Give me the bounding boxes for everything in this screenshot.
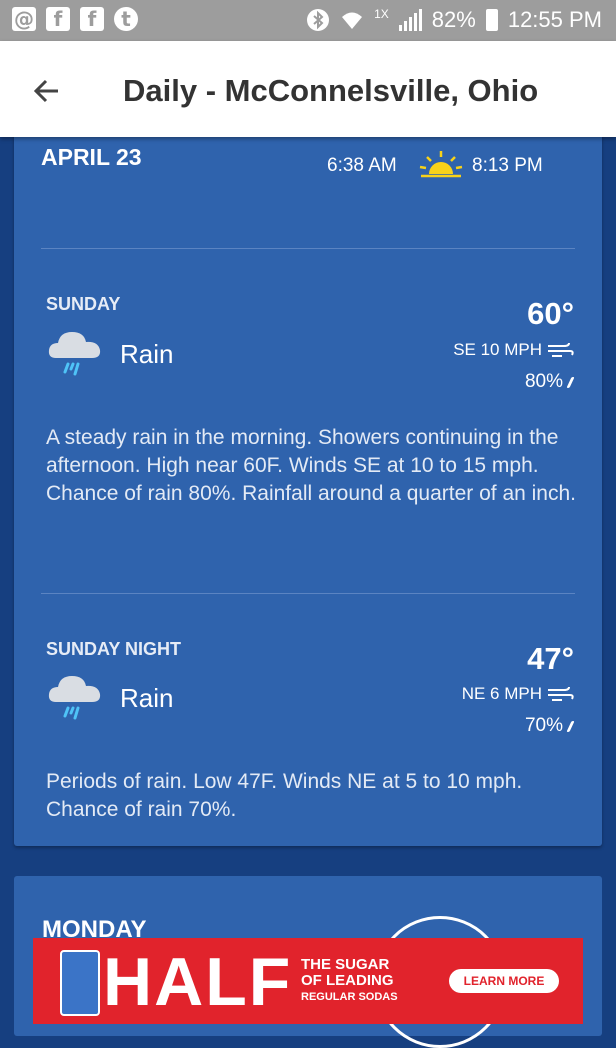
sunset-time: 8:13 PM (472, 155, 543, 176)
battery-percent: 82% (431, 7, 476, 32)
arrow-left-icon (33, 79, 58, 103)
ad-tagline-line: REGULAR SODAS (301, 991, 398, 1003)
wind-text: NE 6 MPH (461, 684, 542, 703)
wind-text: SE 10 MPH (453, 340, 542, 359)
signal-icon (398, 9, 422, 31)
sunrise-time: 6:38 AM (327, 155, 397, 176)
period-name: SUNDAY (46, 294, 121, 314)
soda-can-icon (60, 950, 100, 1016)
back-button[interactable] (26, 69, 70, 113)
network-label: 1X (374, 7, 389, 21)
battery-icon (485, 9, 498, 31)
status-bar: @ f f t 1X 82% 12:55 PM (0, 0, 616, 41)
app-bar: Daily - McConnelsville, Ohio (0, 41, 616, 137)
at-icon: @ (12, 7, 36, 31)
precip-info: 80% (524, 371, 575, 393)
rain-cloud-icon (48, 676, 101, 720)
ad-tagline-line: OF LEADING (301, 972, 394, 989)
condition-text: Rain (120, 339, 174, 369)
raindrop-icon (566, 376, 575, 388)
sunrise-sunset-icon (419, 151, 463, 178)
bluetooth-icon (307, 9, 330, 31)
wind-icon (548, 342, 574, 357)
learn-more-button[interactable]: LEARN MORE (449, 969, 559, 993)
wind-info: NE 6 MPH (462, 684, 574, 704)
condition-text: Rain (120, 683, 174, 713)
temperature: 60° (527, 296, 574, 331)
ad-tagline: THE SUGAR OF LEADING REGULAR SODAS (301, 957, 398, 1005)
wind-info: SE 10 MPH (453, 340, 574, 360)
divider (41, 248, 575, 249)
precip-chance: 80% (524, 371, 563, 392)
period-description: Periods of rain. Low 47F. Winds NE at 5 … (46, 770, 523, 821)
page-title: Daily - McConnelsville, Ohio (123, 73, 539, 108)
ad-banner[interactable]: HALF THE SUGAR OF LEADING REGULAR SODAS … (33, 938, 583, 1024)
notification-icons: @ f f t (12, 7, 138, 31)
precip-chance: 70% (524, 715, 563, 736)
facebook-icon: f (46, 7, 70, 31)
temperature: 47° (527, 641, 574, 676)
wind-icon (548, 686, 574, 701)
day-forecast-card[interactable]: APRIL 23 6:38 AM 8:13 PM SUNDAY 60° Rain (14, 120, 602, 846)
precip-info: 70% (524, 715, 575, 737)
clock: 12:55 PM (507, 7, 602, 32)
raindrop-icon (566, 720, 575, 732)
tumblr-icon: t (114, 7, 138, 31)
ad-headline: HALF (103, 944, 293, 1020)
forecast-date: APRIL 23 (41, 144, 142, 170)
period-description: A steady rain in the morning. Showers co… (46, 426, 576, 505)
divider (41, 593, 575, 594)
system-icons: 1X 82% 12:55 PM (306, 7, 602, 33)
period-name: SUNDAY NIGHT (46, 639, 182, 659)
facebook-icon: f (80, 7, 104, 31)
wifi-icon (342, 12, 363, 29)
ad-tagline-line: THE SUGAR (301, 956, 390, 973)
rain-cloud-icon (48, 332, 101, 376)
